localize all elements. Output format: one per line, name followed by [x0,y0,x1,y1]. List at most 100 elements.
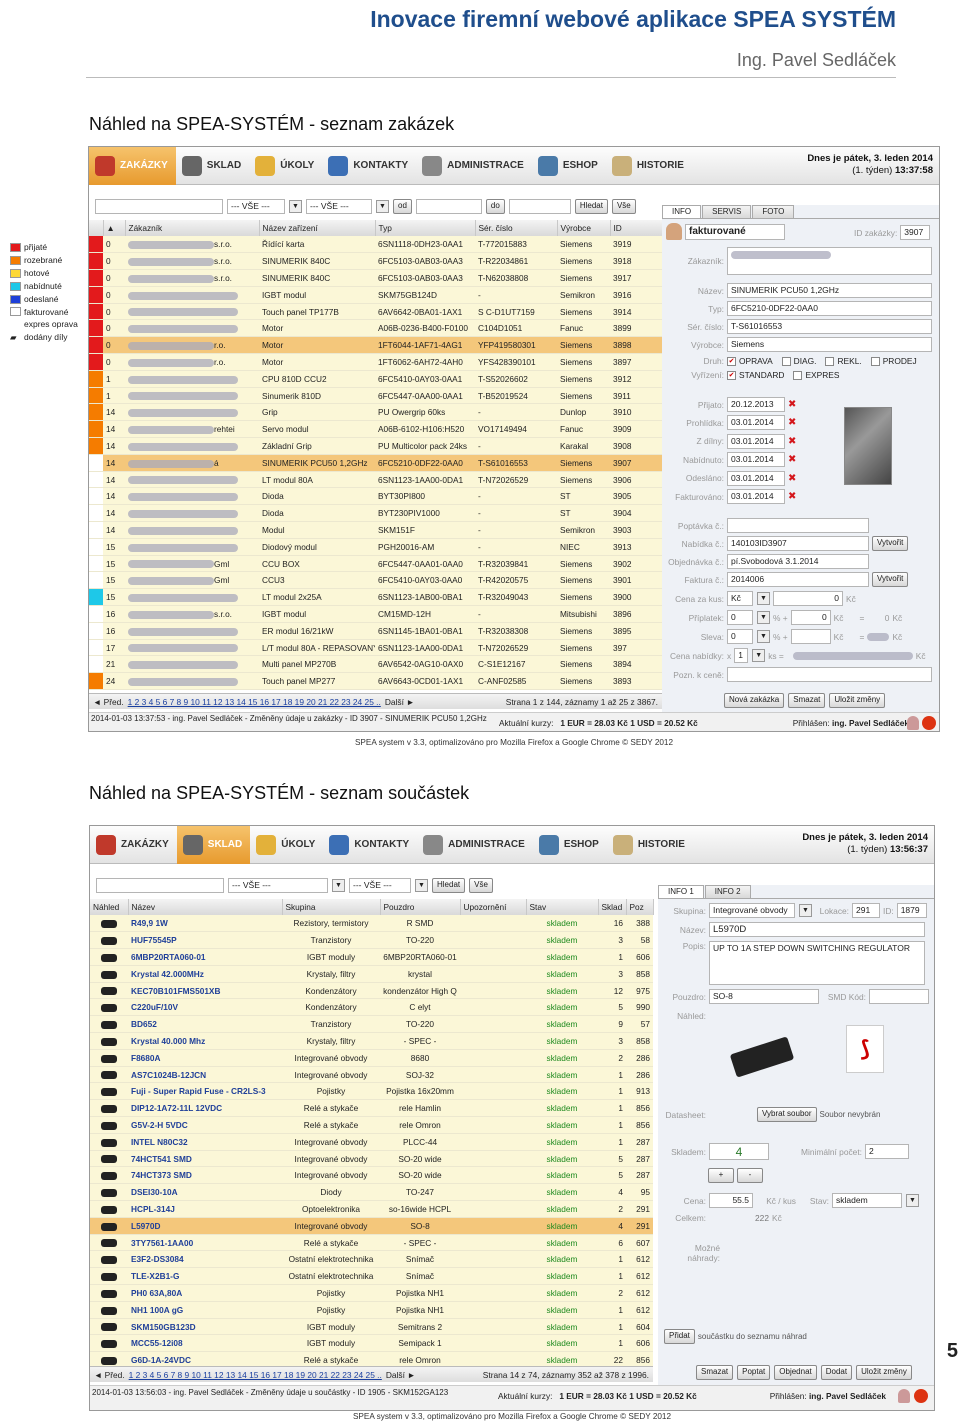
table-row[interactable]: L5970D Integrované obvody SO-8 skladem 4 291 [90,1217,653,1235]
date-from-field[interactable] [415,198,482,214]
filter-select-2[interactable]: --- VŠE --- ▼ [306,198,389,214]
table-row[interactable]: 15 LT modul 2x25A 6SN1123-1AB00-0BA1 T-R320… [89,588,662,607]
clear-date-icon[interactable]: ✖ [788,454,796,465]
table-row[interactable]: 15 Gml CCU3 6FC5410-0AY03-0AA0 T-R42020575 Si… [89,571,662,590]
tab-servis[interactable]: SERVIS [702,205,752,218]
discount-amount[interactable] [790,629,831,644]
choose-file-button[interactable]: Vybrat soubor [757,1107,817,1122]
quantity-select[interactable]: 1 ▼ [734,648,766,663]
part-id-field[interactable]: 1879 [896,903,927,918]
nav-history[interactable]: HISTORIE [606,147,692,185]
table-row[interactable]: 74HCT373 SMD Integrované obvody SO-20 wide… [90,1166,653,1185]
nav-tasks[interactable]: ÚKOLY [249,147,322,185]
nav-tasks[interactable]: ÚKOLY [250,826,323,864]
date-field[interactable]: 20.12.2013 [727,397,785,412]
serial-field[interactable]: T-S61016553 [727,319,932,334]
min-count-field[interactable]: 2 [865,1144,909,1159]
clear-date-icon[interactable]: ✖ [788,473,796,484]
nav-eshop[interactable]: ESHOP [533,826,607,864]
table-row[interactable]: 0 r.o. Motor 1FT6062-6AH72-4AH0 YFS428390101… [89,353,662,371]
description-field[interactable]: UP TO 1A STEP DOWN SWITCHING REGULATOR [709,941,925,985]
table-row[interactable]: TLE-X2B1-G Ostatní elektrotechnika Snímač s… [90,1267,653,1286]
table-row[interactable]: 0 IGBT modul SKM75GB124D - Semikron 3916 [89,286,662,304]
table-row[interactable]: NH1 100A gG Pojistky Pojistka NH1 skladem 1 6… [90,1301,653,1319]
nav-contacts[interactable]: KONTAKTY [322,147,416,185]
new-order-button[interactable]: Nová zakázka [724,693,785,708]
table-row[interactable]: SKM150GB123D IGBT moduly Semitrans 2 sklade… [90,1318,653,1336]
table-row[interactable]: 0 s.r.o. SINUMERIK 840C 6FC5103-0AB03-0AA3 T… [89,269,662,287]
price-field[interactable]: 55.5 [709,1193,753,1208]
deliver-button[interactable]: Dodat [820,1365,853,1380]
column-header[interactable]: Typ [375,220,476,236]
table-row[interactable]: Krystal 42.000MHz Krystaly, filtry krystal… [90,965,653,983]
checkbox-standard[interactable]: ✔ [727,370,736,380]
group-select[interactable]: Integrované obvody ▼ [709,903,812,918]
state-select[interactable]: skladem ▼ [832,1193,919,1208]
column-header[interactable]: Náhled [90,899,129,915]
column-header[interactable]: Název zařízení [259,220,376,236]
delete-button[interactable]: Smazat [696,1365,734,1380]
table-row[interactable]: 0 Touch panel TP177B 6AV6642-0BA01-1AX1 S C… [89,303,662,321]
add-alternative-button[interactable]: Přidat [664,1329,695,1344]
table-row[interactable]: 1 CPU 810D CCU2 6FC5410-0AY03-0AA1 T-S52026… [89,370,662,388]
table-row[interactable]: C220uF/10V Kondenzátory C elyt skladem 5 990 [90,998,653,1017]
table-row[interactable]: DSEI30-10A Diody TO-247 skladem 4 95 [90,1183,653,1202]
column-header[interactable]: Zákazník [125,220,260,236]
table-row[interactable]: 14 rehtei Servo modul A06B-6102-H106:H520 VO… [89,420,662,439]
table-row[interactable]: HUF75545P Tranzistory TO-220 skladem 3 58 [90,931,653,950]
save-changes-button[interactable]: Uložit změny [856,1365,912,1380]
price-field[interactable]: 0 [773,591,843,606]
column-header[interactable]: Sér. číslo [475,220,558,236]
stock-field[interactable]: 4 [709,1143,769,1160]
table-row[interactable]: 0 s.r.o. Řídící karta 6SN1118-0DH23-0AA1 T-7… [89,236,662,254]
table-row[interactable]: 6MBP20RTA060-01 IGBT moduly 6MBP20RTA060-0… [90,948,653,966]
table-row[interactable]: 24 Touch panel MP277 6AV6643-0CD01-1AX1 C-A… [89,672,662,691]
filter-select-2[interactable]: --- VŠE --- ▼ [349,877,428,893]
logout-icon[interactable] [922,716,936,730]
clear-date-icon[interactable]: ✖ [788,491,796,502]
order-field[interactable]: pí.Svobodová 3.1.2014 [727,554,869,569]
location-field[interactable]: 291 [852,903,880,918]
column-header[interactable]: Poz [626,899,654,915]
search-button[interactable]: Hledat [432,877,466,893]
nav-admin[interactable]: ADMINISTRACE [416,147,532,185]
table-row[interactable]: 14 Grip PU Owergrip 60ks - Dunlop 3910 [89,403,662,422]
column-header[interactable]: Název [128,899,283,915]
table-row[interactable]: 16 s.r.o. IGBT modul CM15MD-12H - Mitsubishi 3… [89,605,662,623]
table-row[interactable]: KEC70B101FMS501XB Kondenzátory kondenzátor… [90,982,653,1000]
type-field[interactable]: 6FC5210-0DF22-0AA0 [727,301,932,316]
table-row[interactable]: BD652 Tranzistory TO-220 skladem 9 57 [90,1015,653,1034]
price-note-field[interactable] [727,667,932,682]
tab-info-2[interactable]: INFO 2 [704,885,751,898]
date-field[interactable]: 03.01.2014 [727,415,785,431]
name-field[interactable]: SINUMERIK PCU50 1,2GHz [727,283,932,298]
nav-contacts[interactable]: KONTAKTY [323,826,417,864]
nav-eshop[interactable]: ESHOP [532,147,606,185]
prev-page-link[interactable]: ◄ Před. [94,1370,125,1380]
tab-info-1[interactable]: INFO 1 [658,885,704,898]
table-row[interactable]: 15 Diodový modul PGH20016-AM - NIEC 3913 [89,538,662,556]
page-links[interactable]: 1 2 3 4 5 6 7 8 9 10 11 12 13 14 15 16 1… [128,697,381,707]
clear-date-icon[interactable]: ✖ [788,399,796,410]
table-row[interactable]: 15 Gml CCU BOX 6FC5447-0AA01-0AA0 T-R3203984… [89,555,662,573]
table-row[interactable]: G5V-2-H 5VDC Relé a stykače rele Omron skla… [90,1116,653,1134]
table-row[interactable]: HCPL-314J Optoelektronika so-16wide HCPL sk… [90,1200,653,1218]
smd-code-field[interactable] [869,989,929,1004]
table-row[interactable]: R49,9 1W Rezistory, termistory R SMD sklade… [90,915,653,933]
filter-select-1[interactable]: --- VŠE --- ▼ [227,198,302,214]
inquiry-field[interactable] [727,518,869,533]
table-row[interactable]: E3F2-DS3084 Ostatní elektrotechnika Snímač… [90,1250,653,1269]
page-links[interactable]: 1 2 3 4 5 6 7 8 9 10 11 12 13 14 15 16 1… [129,1370,382,1380]
pdf-icon[interactable]: ⟆ [846,1025,884,1073]
show-all-button[interactable]: Vše [611,198,636,214]
nav-history[interactable]: HISTORIE [607,826,693,864]
filter-select-1[interactable]: --- VŠE --- ▼ [228,877,345,893]
next-page-link[interactable]: Další ► [386,1370,416,1380]
column-header-sort[interactable]: ▲ [103,220,126,236]
table-row[interactable]: 17 L/T modul 80A - REPASOVANÝ 6SN1123-1AA0… [89,639,662,657]
search-field[interactable] [95,198,223,214]
manufacturer-field[interactable]: Siemens [727,337,932,352]
table-row[interactable]: DIP12-1A72-11L 12VDC Relé a stykače rele H… [90,1099,653,1118]
column-header[interactable]: Výrobce [557,220,611,236]
date-field[interactable]: 03.01.2014 [727,470,785,486]
